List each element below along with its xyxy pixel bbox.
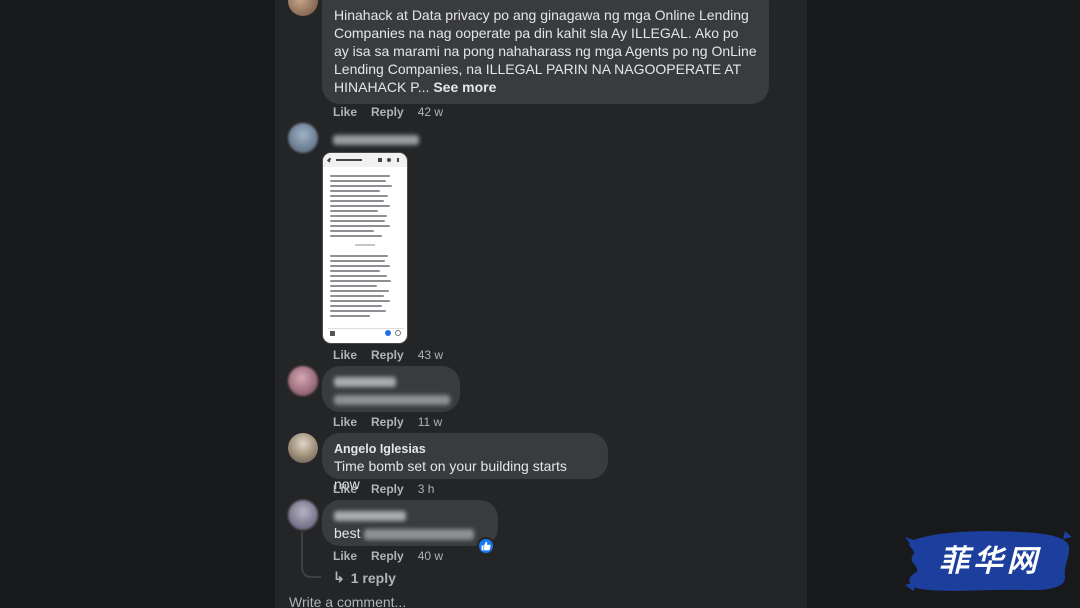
view-replies-link[interactable]: ↳ 1 reply (333, 569, 396, 586)
reply-button[interactable]: Reply (371, 549, 404, 563)
reply-thread-line (301, 532, 321, 578)
comment-actions: Like Reply 11 w (333, 415, 442, 429)
reaction-badge[interactable] (477, 537, 495, 555)
watermark-text: 菲华网 (939, 544, 1041, 579)
comment-bubble (322, 366, 460, 412)
comment-author-name[interactable]: Angelo Iglesias (334, 441, 596, 457)
comment-image-attachment[interactable] (322, 152, 408, 344)
comment-author-name[interactable] (334, 374, 448, 390)
comment-actions: Like Reply 3 h (333, 482, 434, 496)
comment-actions: Like Reply 43 w (333, 348, 443, 362)
like-icon (481, 541, 491, 551)
like-button[interactable]: Like (333, 415, 357, 429)
reply-button[interactable]: Reply (371, 415, 404, 429)
comment-timestamp[interactable]: 43 w (418, 348, 443, 362)
comment-timestamp[interactable]: 11 w (418, 415, 442, 429)
like-button[interactable]: Like (333, 105, 357, 119)
see-more-link[interactable]: See more (433, 79, 496, 95)
comment-timestamp[interactable]: 3 h (418, 482, 435, 496)
reply-button[interactable]: Reply (371, 482, 404, 496)
comment-text (334, 390, 450, 408)
comment-author-name[interactable] (334, 508, 486, 524)
comment-timestamp[interactable]: 42 w (418, 105, 443, 119)
site-watermark-logo: 菲华网 (905, 527, 1072, 595)
comment-author-name[interactable] (333, 132, 419, 150)
avatar[interactable] (288, 500, 318, 530)
comment-bubble: best (322, 500, 498, 546)
avatar[interactable] (288, 366, 318, 396)
comment-actions: Like Reply 40 w (333, 549, 443, 563)
comment-actions: Like Reply 42 w (333, 105, 443, 119)
like-button[interactable]: Like (333, 549, 357, 563)
reply-arrow-icon: ↳ (333, 569, 345, 585)
like-button[interactable]: Like (333, 348, 357, 362)
like-button[interactable]: Like (333, 482, 357, 496)
avatar[interactable] (288, 433, 318, 463)
comment-text: Hinahack at Data privacy po ang ginagawa… (334, 7, 757, 95)
comment-text: best (334, 524, 486, 542)
comment-bubble: Hinahack at Data privacy po ang ginagawa… (322, 0, 769, 104)
avatar[interactable] (288, 123, 318, 153)
reply-button[interactable]: Reply (371, 105, 404, 119)
reply-button[interactable]: Reply (371, 348, 404, 362)
replies-count: 1 reply (350, 569, 396, 586)
write-comment-input[interactable]: Write a comment... (289, 594, 406, 608)
comment-bubble: Angelo Iglesias Time bomb set on your bu… (322, 433, 608, 492)
comment-timestamp[interactable]: 40 w (418, 549, 443, 563)
